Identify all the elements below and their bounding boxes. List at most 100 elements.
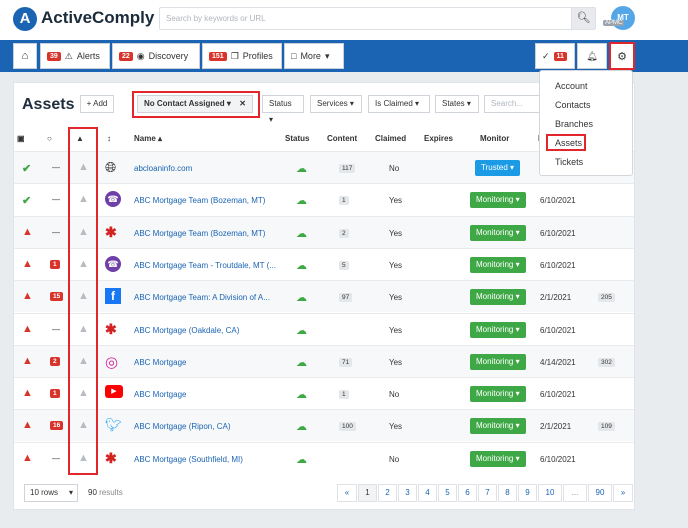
- search-icon[interactable]: 🔍︎: [571, 8, 595, 29]
- discovery-count-badge: 22: [119, 51, 133, 61]
- services-filter[interactable]: Services ▾: [310, 95, 362, 113]
- pagination-page[interactable]: 90: [588, 484, 612, 502]
- column-expires[interactable]: Expires: [424, 134, 453, 143]
- column-name-label: Name: [134, 134, 156, 143]
- date-value: 2/1/2021: [540, 293, 572, 303]
- asset-name-link[interactable]: ABC Mortgage (Southfield, MI): [134, 455, 243, 464]
- reviews-count-badge[interactable]: 1: [50, 259, 60, 269]
- content-count-badge: 2: [339, 228, 349, 238]
- claimed-value: Yes: [389, 228, 403, 238]
- date-value: 2/1/2021: [540, 422, 572, 432]
- pagination-page[interactable]: 4: [418, 484, 437, 502]
- asset-name-link[interactable]: ABC Mortgage Team (Bozeman, MT): [134, 196, 265, 205]
- app-name[interactable]: ActiveComply: [41, 8, 154, 28]
- monitoring-button[interactable]: Monitoring ▾: [470, 192, 526, 209]
- pagination-page[interactable]: 8: [498, 484, 517, 502]
- states-filter[interactable]: States ▾: [435, 95, 479, 113]
- activecomply-logo-icon[interactable]: A: [13, 7, 37, 31]
- settings-menu-tickets[interactable]: Tickets: [555, 157, 583, 167]
- asset-name-link[interactable]: ABC Mortgage Team (Bozeman, MT): [134, 229, 265, 238]
- table-row[interactable]: ▲ — ▲ ✱ ABC Mortgage (Oakdale, CA) ☁︎ Yes Monit…: [14, 312, 634, 345]
- reviews-count-badge[interactable]: 1: [50, 389, 60, 399]
- asset-name-link[interactable]: abcloaninfo.com: [134, 164, 192, 173]
- nav-discovery-button[interactable]: 22 ◉ Discovery: [112, 43, 200, 69]
- nav-more-button[interactable]: □ More ▾: [284, 43, 344, 69]
- date-value: 6/10/2021: [540, 228, 576, 238]
- yelp-icon: ✱: [105, 223, 117, 240]
- extra-count-badge: 109: [598, 422, 615, 432]
- nav-checks-button[interactable]: ✓ 11: [535, 43, 575, 69]
- nav-profiles-button[interactable]: 151 ❐ Profiles: [202, 43, 282, 69]
- pagination-page[interactable]: 9: [518, 484, 537, 502]
- monitoring-button[interactable]: Monitoring ▾: [470, 418, 526, 435]
- table-search-input[interactable]: Search...: [484, 95, 540, 113]
- cloud-status-icon: ☁︎: [296, 195, 307, 208]
- reviews-count-badge[interactable]: 16: [50, 421, 64, 431]
- column-monitor[interactable]: Monitor: [480, 134, 509, 143]
- monitoring-button[interactable]: Monitoring ▾: [470, 353, 526, 370]
- monitoring-button[interactable]: Monitoring ▾: [470, 321, 526, 338]
- column-claimed[interactable]: Claimed: [375, 134, 406, 143]
- pagination-next[interactable]: »: [613, 484, 633, 502]
- date-value: 4/14/2021: [540, 357, 576, 367]
- table-row[interactable]: ▲ 16 ▲ 🐦︎ ABC Mortgage (Ripon, CA) ☁︎ 100 Yes Mo…: [14, 409, 634, 442]
- add-asset-button[interactable]: + Add: [80, 95, 114, 113]
- monitoring-button[interactable]: Monitoring ▾: [470, 224, 526, 241]
- asset-name-link[interactable]: ABC Mortgage: [134, 358, 186, 367]
- pagination-page[interactable]: 3: [398, 484, 417, 502]
- status-filter[interactable]: Status ▾: [262, 95, 304, 124]
- date-value: 6/10/2021: [540, 454, 576, 464]
- monitoring-button[interactable]: Monitoring ▾: [470, 289, 526, 306]
- pagination-page[interactable]: 6: [458, 484, 477, 502]
- pagination-page[interactable]: 10: [538, 484, 562, 502]
- is-claimed-filter[interactable]: Is Claimed ▾: [368, 95, 430, 113]
- page-title: Assets: [22, 96, 75, 113]
- user-avatar[interactable]: MT: [611, 6, 635, 30]
- table-row[interactable]: ▲ 1 ▲ ▶ ABC Mortgage ☁︎ 1 No Monitoring ▾ 6/10/20…: [14, 377, 634, 409]
- table-row[interactable]: ▲ 15 ▲ f ABC Mortgage Team: A Division of A.…: [14, 280, 634, 313]
- table-row[interactable]: ▲ — ▲ ✱ ABC Mortgage (Southfield, MI) ☁︎ No Mon…: [14, 441, 634, 474]
- settings-menu-branches[interactable]: Branches: [555, 119, 593, 129]
- monitoring-button[interactable]: Monitoring ▾: [470, 450, 526, 467]
- pagination-page[interactable]: 1: [358, 484, 377, 502]
- pagination-page[interactable]: 5: [438, 484, 457, 502]
- asset-name-link[interactable]: ABC Mortgage Team: A Division of A...: [134, 293, 270, 302]
- trusted-button[interactable]: Trusted ▾: [475, 160, 521, 176]
- column-name[interactable]: Name ▴: [134, 134, 162, 143]
- pagination-page[interactable]: 2: [378, 484, 397, 502]
- content-count-badge: 100: [339, 422, 356, 432]
- table-row[interactable]: ▲ — ▲ ✱ ABC Mortgage Team (Bozeman, MT) ☁︎ 2 Ye…: [14, 215, 634, 248]
- column-status[interactable]: Status: [285, 134, 309, 143]
- nav-profiles-label: Profiles: [242, 51, 273, 61]
- flag-column-icon[interactable]: ▣: [17, 134, 25, 143]
- asset-name-link[interactable]: ABC Mortgage (Ripon, CA): [134, 422, 230, 431]
- cloud-status-icon: ☁︎: [296, 421, 307, 434]
- comments-column-icon[interactable]: ○: [47, 134, 52, 143]
- asset-name-link[interactable]: ABC Mortgage: [134, 390, 186, 399]
- settings-highlight: [609, 42, 635, 70]
- reviews-count-badge[interactable]: 2: [50, 356, 60, 366]
- file-icon: □: [291, 51, 297, 61]
- pagination-page[interactable]: 7: [478, 484, 497, 502]
- warning-icon: ▲: [22, 322, 33, 335]
- rows-per-page-select[interactable]: 10 rows ▾: [24, 484, 78, 502]
- nav-alerts-button[interactable]: 39 ⚠ Alerts: [40, 43, 110, 69]
- monitoring-button[interactable]: Monitoring ▾: [470, 256, 526, 273]
- reviews-count-badge[interactable]: 15: [50, 292, 64, 302]
- check-icon: ✔: [22, 195, 32, 208]
- bell-icon[interactable]: 🔔︎: [577, 43, 607, 69]
- column-content[interactable]: Content: [327, 134, 357, 143]
- settings-menu-account[interactable]: Account: [555, 81, 588, 91]
- home-icon[interactable]: ⌂: [13, 43, 37, 69]
- asset-name-link[interactable]: ABC Mortgage Team - Troutdale, MT (...: [134, 261, 276, 270]
- asset-name-link[interactable]: ABC Mortgage (Oakdale, CA): [134, 326, 239, 335]
- monitoring-button[interactable]: Monitoring ▾: [470, 386, 526, 403]
- settings-menu-contacts[interactable]: Contacts: [555, 100, 591, 110]
- platform-column-icon[interactable]: ↕: [107, 134, 111, 143]
- pagination-prev[interactable]: «: [337, 484, 357, 502]
- table-row[interactable]: ▲ 1 ▲ ☎ ABC Mortgage Team - Troutdale, MT (.…: [14, 247, 634, 280]
- table-row[interactable]: ✔ — ▲ ☎ ABC Mortgage Team (Bozeman, MT) ☁︎ 1 Ye…: [14, 183, 634, 215]
- table-row[interactable]: ▲ 2 ▲ ◎ ABC Mortgage ☁︎ 71 Yes Monitoring ▾ 4/14/…: [14, 344, 634, 377]
- content-count-badge: 71: [339, 357, 353, 367]
- global-search-input[interactable]: Search by keywords or URL 🔍︎: [159, 7, 596, 30]
